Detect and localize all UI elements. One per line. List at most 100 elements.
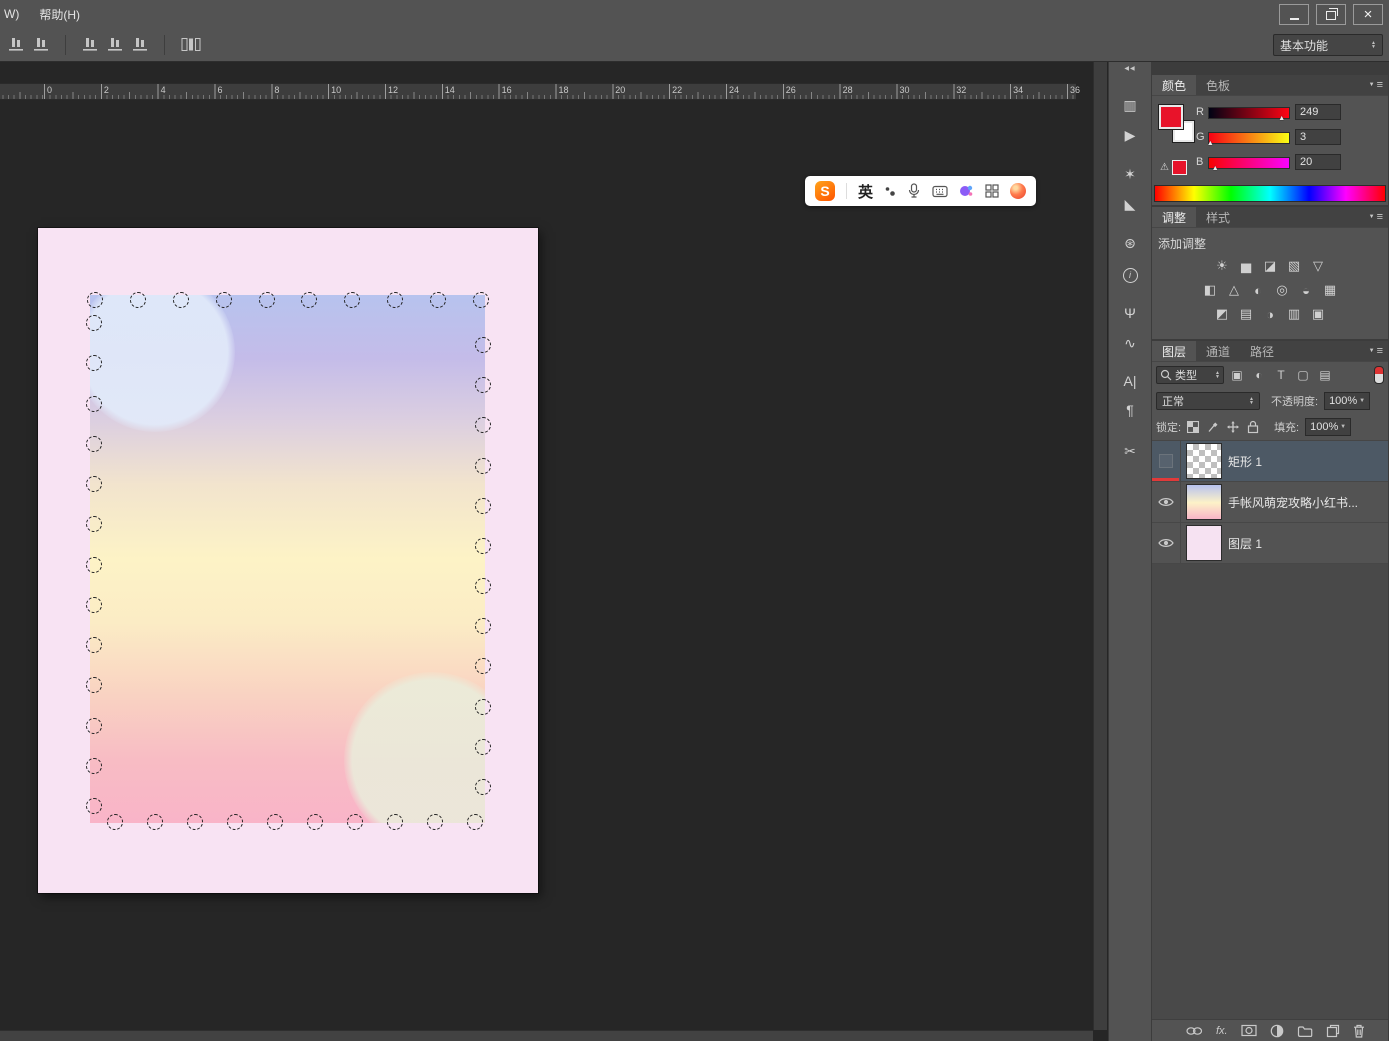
layer-row[interactable]: 图层 1 [1152,523,1388,564]
anchor-panel-icon[interactable]: Ψ [1109,305,1151,321]
opacity-field[interactable]: 100% ▼ [1324,392,1370,410]
color-lookup-icon[interactable]: ▦ [1320,281,1340,299]
slider-marker-icon[interactable]: ▲ [1278,115,1285,122]
gradient-rectangle[interactable] [90,295,485,823]
slider-marker-icon[interactable]: ▲ [1207,140,1214,147]
delete-layer-icon[interactable] [1353,1024,1365,1038]
horizontal-scrollbar[interactable] [0,1030,1093,1041]
document-canvas[interactable] [38,228,538,893]
tab-paths[interactable]: 路径 [1240,341,1284,361]
distribute-spacing-icon[interactable] [181,37,201,52]
layer-row[interactable]: 矩形 1 [1152,441,1388,482]
fill-field[interactable]: 100% ▼ [1305,418,1351,436]
tab-swatches[interactable]: 色板 [1196,75,1240,95]
lock-pixels-icon[interactable] [1203,419,1223,435]
panel-bars-icon[interactable]: ▥ [1109,97,1151,114]
slider-marker-icon[interactable]: ▲ [1212,165,1219,172]
tab-styles[interactable]: 样式 [1196,207,1240,227]
brightness-contrast-icon[interactable]: ☀ [1212,257,1232,275]
hue-saturation-icon[interactable]: ◧ [1200,281,1220,299]
toolbox-grid-icon[interactable] [985,184,999,198]
panel-menu-icon[interactable]: ▼≡ [1369,207,1388,227]
exposure-icon[interactable]: ▧ [1284,257,1304,275]
keyboard-icon[interactable] [932,185,948,198]
filter-adjustment-icon[interactable]: ◐ [1248,366,1270,384]
snowflake-panel-icon[interactable]: ✶ [1109,166,1151,183]
channel-mixer-icon[interactable]: ◒ [1296,281,1316,299]
channel-value-field[interactable]: 3 [1295,129,1341,145]
align-vertical-centers-icon[interactable] [33,37,49,52]
invert-icon[interactable]: ◩ [1212,305,1232,323]
layer-thumbnail[interactable] [1187,444,1221,478]
paragraph-panel-icon[interactable]: ¶ [1109,402,1151,418]
panel-menu-icon[interactable]: ▼≡ [1369,75,1388,95]
channel-value-field[interactable]: 249 [1295,104,1341,120]
curves-icon[interactable]: ◪ [1260,257,1280,275]
tab-adjustments[interactable]: 调整 [1152,207,1196,227]
photo-filter-icon[interactable]: ◎ [1272,281,1292,299]
skin-icon[interactable] [959,184,974,198]
measure-panel-icon[interactable]: ✂ [1109,443,1151,460]
filter-pixel-icon[interactable]: ▣ [1226,366,1248,384]
new-adjustment-layer-icon[interactable] [1270,1024,1284,1038]
layer-row[interactable]: 手帐风萌宠攻略小红书... [1152,482,1388,523]
black-white-icon[interactable]: ◐ [1248,281,1268,299]
distribute-right-icon[interactable] [132,37,148,52]
restore-button[interactable] [1316,4,1346,25]
channel-slider[interactable] [1208,157,1290,169]
channel-value-field[interactable]: 20 [1295,154,1341,170]
sogou-logo[interactable]: S [815,181,835,201]
filter-smart-object-icon[interactable]: ▤ [1314,366,1336,384]
channel-slider[interactable] [1208,132,1290,144]
wisdom-ball-icon[interactable] [1010,183,1026,199]
layer-visibility-toggle[interactable] [1152,441,1181,481]
add-layer-mask-icon[interactable] [1241,1024,1257,1037]
gradient-map-icon[interactable]: ▥ [1284,305,1304,323]
color-balance-icon[interactable]: △ [1224,281,1244,299]
layer-visibility-toggle[interactable] [1152,523,1181,563]
ink-icon[interactable] [884,184,896,198]
lock-transparency-icon[interactable] [1183,419,1203,435]
tab-layers[interactable]: 图层 [1152,341,1196,361]
gradient-panel-icon[interactable]: ◣ [1109,196,1151,213]
horizontal-ruler[interactable]: 024681012141618202224262830323436 [0,83,1076,100]
filter-type-dropdown[interactable]: 类型 ▲▼ [1156,366,1224,384]
align-top-edges-icon[interactable] [8,37,24,52]
layer-thumbnail[interactable] [1187,526,1221,560]
vertical-scrollbar[interactable] [1093,62,1107,1030]
new-group-icon[interactable] [1297,1025,1313,1037]
character-panel-icon[interactable]: A| [1109,373,1151,389]
link-layers-icon[interactable] [1186,1026,1203,1036]
filter-shape-icon[interactable]: ▢ [1292,366,1314,384]
filter-switch-toggle[interactable] [1374,366,1384,384]
actions-panel-icon[interactable]: ▶ [1109,127,1151,144]
color-spectrum-ramp[interactable] [1154,185,1386,202]
distribute-left-icon[interactable] [82,37,98,52]
layer-name[interactable]: 手帐风萌宠攻略小红书... [1228,494,1358,511]
threshold-icon[interactable]: ◑ [1260,305,1280,323]
curve-panel-icon[interactable]: ∿ [1109,335,1151,352]
ime-language-mode[interactable]: 英 [858,181,873,202]
layer-name[interactable]: 矩形 1 [1228,453,1262,470]
layer-style-icon[interactable]: fx. [1216,1025,1228,1037]
lock-position-icon[interactable] [1223,419,1243,435]
minimize-button[interactable] [1279,4,1309,25]
info-panel-icon[interactable]: i [1109,265,1151,283]
layer-name[interactable]: 图层 1 [1228,535,1262,552]
tab-color[interactable]: 颜色 [1152,75,1196,95]
selective-color-icon[interactable]: ▣ [1308,305,1328,323]
layer-visibility-toggle[interactable] [1152,482,1181,522]
mic-icon[interactable] [907,183,921,199]
menu-item-help[interactable]: 帮助(H) [39,6,80,23]
posterize-icon[interactable]: ▤ [1236,305,1256,323]
distribute-center-icon[interactable] [107,37,123,52]
vibrance-icon[interactable]: ▽ [1308,257,1328,275]
new-layer-icon[interactable] [1326,1024,1340,1038]
blend-mode-dropdown[interactable]: 正常 ▲▼ [1156,392,1260,410]
levels-icon[interactable]: ▅ [1236,257,1256,275]
lock-all-icon[interactable] [1243,419,1263,435]
layer-thumbnail[interactable] [1187,485,1221,519]
close-button[interactable]: × [1353,4,1383,25]
clone-source-panel-icon[interactable]: ⊛ [1109,235,1151,252]
panel-menu-icon[interactable]: ▼≡ [1369,341,1388,361]
